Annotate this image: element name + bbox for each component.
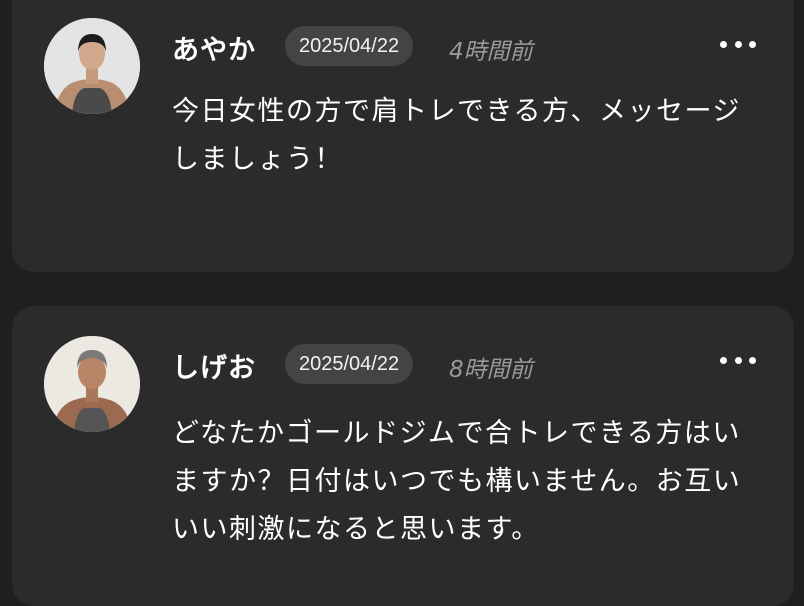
avatar[interactable] — [44, 336, 140, 432]
avatar[interactable] — [44, 18, 140, 114]
author-name[interactable]: あやか — [172, 28, 256, 67]
date-badge: 2025/04/22 — [285, 26, 414, 66]
author-name[interactable]: しげお — [172, 346, 256, 385]
post-message: 今日女性の方で肩トレできる方、メッセージしましょう！ — [172, 96, 741, 175]
post-card[interactable]: しげお 2025/04/22 8時間前 どなたかゴールドジムで合トレできる方はい… — [12, 306, 794, 606]
date-badge: 2025/04/22 — [285, 344, 414, 384]
time-ago: 4時間前 — [449, 39, 533, 65]
post-card[interactable]: あやか 2025/04/22 4時間前 今日女性の方で肩トレできる方、メッセージ… — [12, 0, 794, 272]
post-message: どなたかゴールドジムで合トレできる方はいますか？日付はいつでも構いません。お互い… — [172, 418, 742, 545]
more-options-icon[interactable] — [720, 34, 756, 54]
more-options-icon[interactable] — [720, 350, 756, 370]
time-ago: 8時間前 — [449, 357, 533, 383]
